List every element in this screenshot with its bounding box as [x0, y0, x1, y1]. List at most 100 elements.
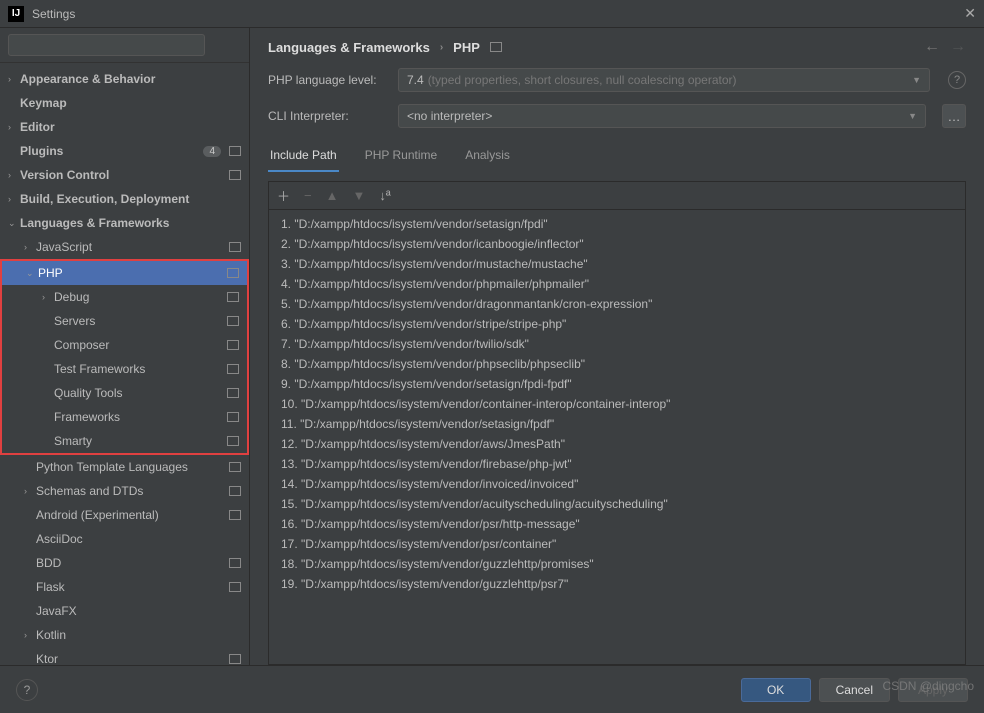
tab-php-runtime[interactable]: PHP Runtime [363, 142, 439, 172]
content-panel: Languages & Frameworks › PHP ← → PHP lan… [250, 28, 984, 665]
chevron-down-icon: ▼ [908, 111, 917, 121]
tree-item-label: Version Control [20, 168, 225, 182]
tree-item-label: JavaScript [36, 240, 225, 254]
tab-bar: Include Path PHP Runtime Analysis [250, 134, 984, 173]
tree-item-composer[interactable]: Composer [2, 333, 247, 357]
tree-item-label: Smarty [54, 434, 223, 448]
tree-item-label: Python Template Languages [36, 460, 225, 474]
include-path-row[interactable]: 17. "D:/xampp/htdocs/isystem/vendor/psr/… [269, 534, 965, 554]
tree-item-frameworks[interactable]: Frameworks [2, 405, 247, 429]
expand-icon: › [8, 122, 20, 132]
tree-item-languages-frameworks[interactable]: ⌄Languages & Frameworks [0, 211, 249, 235]
tab-analysis[interactable]: Analysis [463, 142, 512, 172]
cancel-button[interactable]: Cancel [819, 678, 890, 702]
settings-tree: ›Appearance & BehaviorKeymap›EditorPlugi… [0, 63, 249, 665]
tree-item-debug[interactable]: ›Debug [2, 285, 247, 309]
project-scope-icon [227, 340, 239, 350]
tree-item-python-template-languages[interactable]: Python Template Languages [0, 455, 249, 479]
project-scope-icon [227, 292, 239, 302]
move-down-button[interactable]: ▼ [352, 188, 365, 203]
sort-button[interactable]: ↓ª [379, 188, 390, 203]
tree-item-test-frameworks[interactable]: Test Frameworks [2, 357, 247, 381]
tree-item-bdd[interactable]: BDD [0, 551, 249, 575]
tree-item-label: Schemas and DTDs [36, 484, 225, 498]
add-path-button[interactable]: ＋ [277, 186, 290, 205]
move-up-button[interactable]: ▲ [326, 188, 339, 203]
project-scope-icon [227, 316, 239, 326]
tree-item-plugins[interactable]: Plugins4 [0, 139, 249, 163]
include-path-row[interactable]: 14. "D:/xampp/htdocs/isystem/vendor/invo… [269, 474, 965, 494]
project-scope-icon [227, 436, 239, 446]
tree-item-label: Languages & Frameworks [20, 216, 241, 230]
project-scope-icon [227, 268, 239, 278]
include-path-row[interactable]: 13. "D:/xampp/htdocs/isystem/vendor/fire… [269, 454, 965, 474]
include-path-row[interactable]: 19. "D:/xampp/htdocs/isystem/vendor/guzz… [269, 574, 965, 594]
php-lang-level-value: 7.4 [407, 73, 424, 87]
tree-item-label: BDD [36, 556, 225, 570]
php-lang-level-dropdown[interactable]: 7.4 (typed properties, short closures, n… [398, 68, 930, 92]
include-path-row[interactable]: 8. "D:/xampp/htdocs/isystem/vendor/phpse… [269, 354, 965, 374]
tree-item-editor[interactable]: ›Editor [0, 115, 249, 139]
tree-item-appearance-behavior[interactable]: ›Appearance & Behavior [0, 67, 249, 91]
tree-item-flask[interactable]: Flask [0, 575, 249, 599]
tree-item-javafx[interactable]: JavaFX [0, 599, 249, 623]
include-path-row[interactable]: 2. "D:/xampp/htdocs/isystem/vendor/icanb… [269, 234, 965, 254]
ok-button[interactable]: OK [741, 678, 811, 702]
tree-item-servers[interactable]: Servers [2, 309, 247, 333]
app-icon: IJ [8, 6, 24, 22]
include-path-row[interactable]: 18. "D:/xampp/htdocs/isystem/vendor/guzz… [269, 554, 965, 574]
tree-item-keymap[interactable]: Keymap [0, 91, 249, 115]
tree-item-android-experimental-[interactable]: Android (Experimental) [0, 503, 249, 527]
project-scope-icon [227, 388, 239, 398]
include-path-row[interactable]: 6. "D:/xampp/htdocs/isystem/vendor/strip… [269, 314, 965, 334]
project-scope-icon [227, 364, 239, 374]
nav-back-icon[interactable]: ← [924, 38, 940, 56]
include-path-row[interactable]: 1. "D:/xampp/htdocs/isystem/vendor/setas… [269, 214, 965, 234]
project-scope-icon [229, 654, 241, 664]
tree-item-smarty[interactable]: Smarty [2, 429, 247, 453]
close-icon[interactable]: ✕ [964, 5, 976, 22]
include-path-row[interactable]: 4. "D:/xampp/htdocs/isystem/vendor/phpma… [269, 274, 965, 294]
help-icon[interactable]: ? [948, 71, 966, 89]
cli-interpreter-dropdown[interactable]: <no interpreter> ▼ [398, 104, 926, 128]
tree-item-build-execution-deployment[interactable]: ›Build, Execution, Deployment [0, 187, 249, 211]
nav-forward-icon[interactable]: → [950, 38, 966, 56]
include-path-row[interactable]: 15. "D:/xampp/htdocs/isystem/vendor/acui… [269, 494, 965, 514]
include-path-row[interactable]: 16. "D:/xampp/htdocs/isystem/vendor/psr/… [269, 514, 965, 534]
tree-item-schemas-and-dtds[interactable]: ›Schemas and DTDs [0, 479, 249, 503]
tab-include-path[interactable]: Include Path [268, 142, 339, 172]
include-path-row[interactable]: 9. "D:/xampp/htdocs/isystem/vendor/setas… [269, 374, 965, 394]
include-path-row[interactable]: 7. "D:/xampp/htdocs/isystem/vendor/twili… [269, 334, 965, 354]
breadcrumb-parent[interactable]: Languages & Frameworks [268, 40, 430, 55]
tree-item-quality-tools[interactable]: Quality Tools [2, 381, 247, 405]
tree-item-label: AsciiDoc [36, 532, 241, 546]
search-input[interactable] [8, 34, 205, 56]
tree-item-asciidoc[interactable]: AsciiDoc [0, 527, 249, 551]
tree-item-version-control[interactable]: ›Version Control [0, 163, 249, 187]
count-badge: 4 [203, 146, 221, 157]
cli-interpreter-value: <no interpreter> [407, 109, 492, 123]
tree-item-label: Android (Experimental) [36, 508, 225, 522]
include-path-row[interactable]: 5. "D:/xampp/htdocs/isystem/vendor/drago… [269, 294, 965, 314]
remove-path-button[interactable]: − [304, 188, 312, 203]
expand-icon: › [42, 292, 54, 302]
expand-icon: › [24, 242, 36, 252]
expand-icon: › [8, 74, 20, 84]
tree-item-javascript[interactable]: ›JavaScript [0, 235, 249, 259]
cli-browse-button[interactable]: … [942, 104, 966, 128]
tree-item-label: Build, Execution, Deployment [20, 192, 241, 206]
tree-item-kotlin[interactable]: ›Kotlin [0, 623, 249, 647]
help-button[interactable]: ? [16, 679, 38, 701]
include-path-row[interactable]: 12. "D:/xampp/htdocs/isystem/vendor/aws/… [269, 434, 965, 454]
tree-item-label: Kotlin [36, 628, 241, 642]
tree-item-php[interactable]: ⌄PHP [2, 261, 247, 285]
include-path-row[interactable]: 10. "D:/xampp/htdocs/isystem/vendor/cont… [269, 394, 965, 414]
tree-item-label: Test Frameworks [54, 362, 223, 376]
tree-item-label: Composer [54, 338, 223, 352]
tree-item-label: Ktor [36, 652, 225, 665]
include-path-list: 1. "D:/xampp/htdocs/isystem/vendor/setas… [269, 210, 965, 664]
tree-item-label: Plugins [20, 144, 203, 158]
tree-item-ktor[interactable]: Ktor [0, 647, 249, 665]
include-path-row[interactable]: 11. "D:/xampp/htdocs/isystem/vendor/seta… [269, 414, 965, 434]
include-path-row[interactable]: 3. "D:/xampp/htdocs/isystem/vendor/musta… [269, 254, 965, 274]
